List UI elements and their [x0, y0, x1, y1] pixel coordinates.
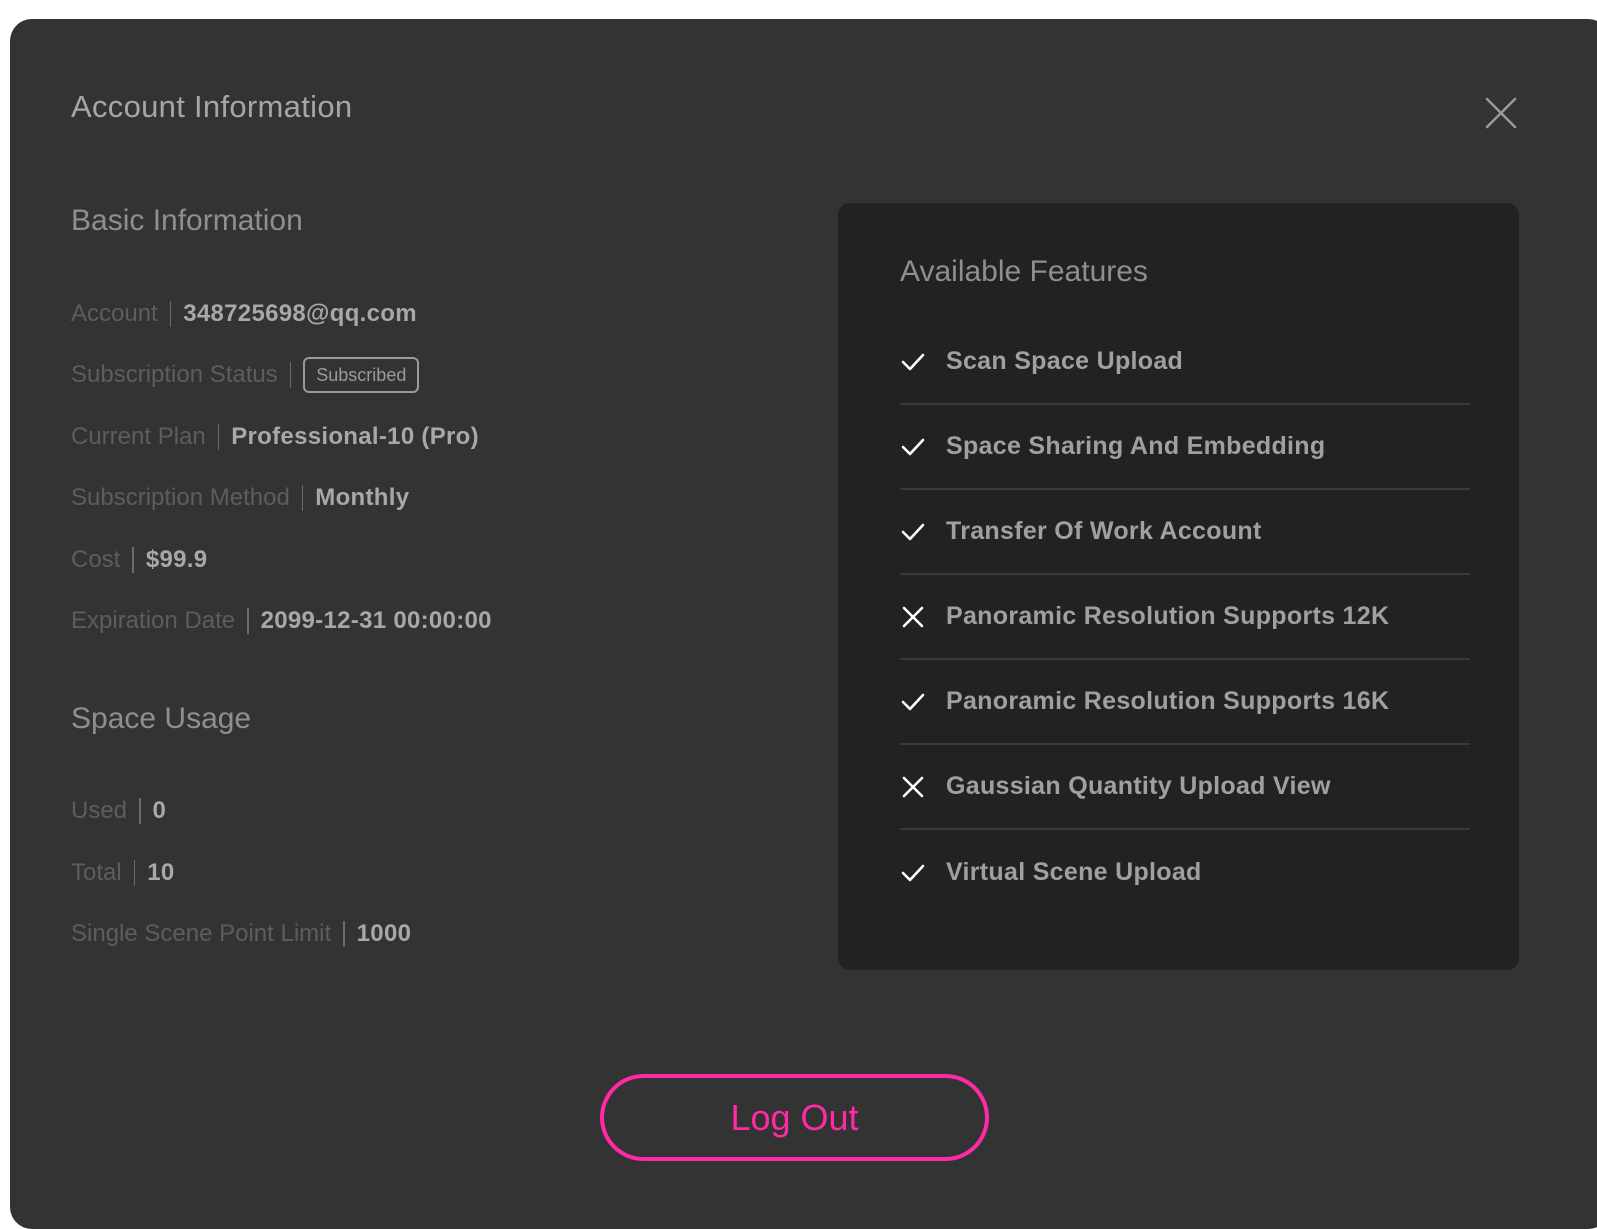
feature-item: Transfer Of Work Account: [900, 490, 1470, 575]
check-icon: [900, 860, 926, 886]
feature-label: Panoramic Resolution Supports 16K: [946, 687, 1390, 715]
feature-label: Transfer Of Work Account: [946, 517, 1262, 545]
check-icon: [900, 349, 926, 375]
divider: [133, 860, 136, 886]
account-value: 348725698@qq.com: [183, 300, 417, 327]
info-row-total: Total 10: [71, 856, 175, 890]
close-icon: [1485, 97, 1517, 129]
cross-icon: [900, 774, 926, 800]
info-label: Current Plan: [71, 423, 206, 450]
current-plan-value: Professional-10 (Pro): [231, 423, 479, 450]
feature-list: Scan Space Upload Space Sharing And Embe…: [900, 320, 1470, 915]
features-heading: Available Features: [900, 255, 1148, 288]
expiration-date-value: 2099-12-31 00:00:00: [260, 607, 492, 634]
divider: [217, 424, 220, 450]
info-row-point-limit: Single Scene Point Limit 1000: [71, 917, 411, 951]
info-row-expiration-date: Expiration Date 2099-12-31 00:00:00: [71, 604, 492, 638]
feature-label: Panoramic Resolution Supports 12K: [946, 602, 1390, 630]
point-limit-value: 1000: [356, 920, 412, 947]
status-badge: Subscribed: [303, 357, 420, 393]
info-label: Expiration Date: [71, 607, 236, 634]
feature-item: Gaussian Quantity Upload View: [900, 745, 1470, 830]
space-usage-heading: Space Usage: [71, 702, 252, 735]
used-value: 0: [152, 797, 167, 824]
info-row-used: Used 0: [71, 794, 166, 828]
feature-item: Panoramic Resolution Supports 16K: [900, 660, 1470, 745]
info-row-subscription-status: Subscription Status Subscribed: [71, 357, 420, 393]
divider: [301, 485, 304, 511]
divider: [132, 547, 134, 573]
divider: [169, 301, 172, 327]
divider: [343, 921, 345, 947]
basic-info-heading: Basic Information: [71, 204, 303, 237]
divider: [139, 798, 141, 824]
feature-item: Panoramic Resolution Supports 12K: [900, 575, 1470, 660]
divider: [289, 362, 292, 388]
info-label: Used: [71, 797, 128, 824]
info-label: Subscription Method: [71, 484, 290, 511]
info-row-account: Account 348725698@qq.com: [71, 297, 417, 331]
info-label: Account: [71, 300, 158, 327]
feature-label: Scan Space Upload: [946, 347, 1184, 375]
subscription-method-value: Monthly: [315, 484, 410, 511]
cost-value: $99.9: [145, 546, 208, 573]
check-icon: [900, 519, 926, 545]
info-label: Subscription Status: [71, 361, 278, 388]
features-panel: Available Features Scan Space Upload Spa…: [838, 203, 1519, 970]
check-icon: [900, 689, 926, 715]
total-value: 10: [147, 859, 175, 886]
info-row-cost: Cost $99.9: [71, 543, 207, 577]
feature-item: Space Sharing And Embedding: [900, 405, 1470, 490]
feature-label: Space Sharing And Embedding: [946, 432, 1326, 460]
check-icon: [900, 434, 926, 460]
modal-title: Account Information: [71, 89, 353, 124]
info-row-subscription-method: Subscription Method Monthly: [71, 481, 409, 515]
feature-item: Scan Space Upload: [900, 320, 1470, 405]
info-label: Single Scene Point Limit: [71, 920, 332, 947]
account-info-modal: Account Information Basic Information Ac…: [10, 19, 1597, 1229]
feature-item: Virtual Scene Upload: [900, 830, 1470, 915]
info-label: Cost: [71, 546, 121, 573]
info-label: Total: [71, 859, 122, 886]
divider: [247, 608, 249, 634]
cross-icon: [900, 604, 926, 630]
info-row-current-plan: Current Plan Professional-10 (Pro): [71, 420, 479, 454]
feature-label: Virtual Scene Upload: [946, 858, 1202, 886]
feature-label: Gaussian Quantity Upload View: [946, 772, 1331, 800]
logout-button[interactable]: Log Out: [600, 1074, 989, 1161]
close-button[interactable]: [1481, 93, 1521, 133]
